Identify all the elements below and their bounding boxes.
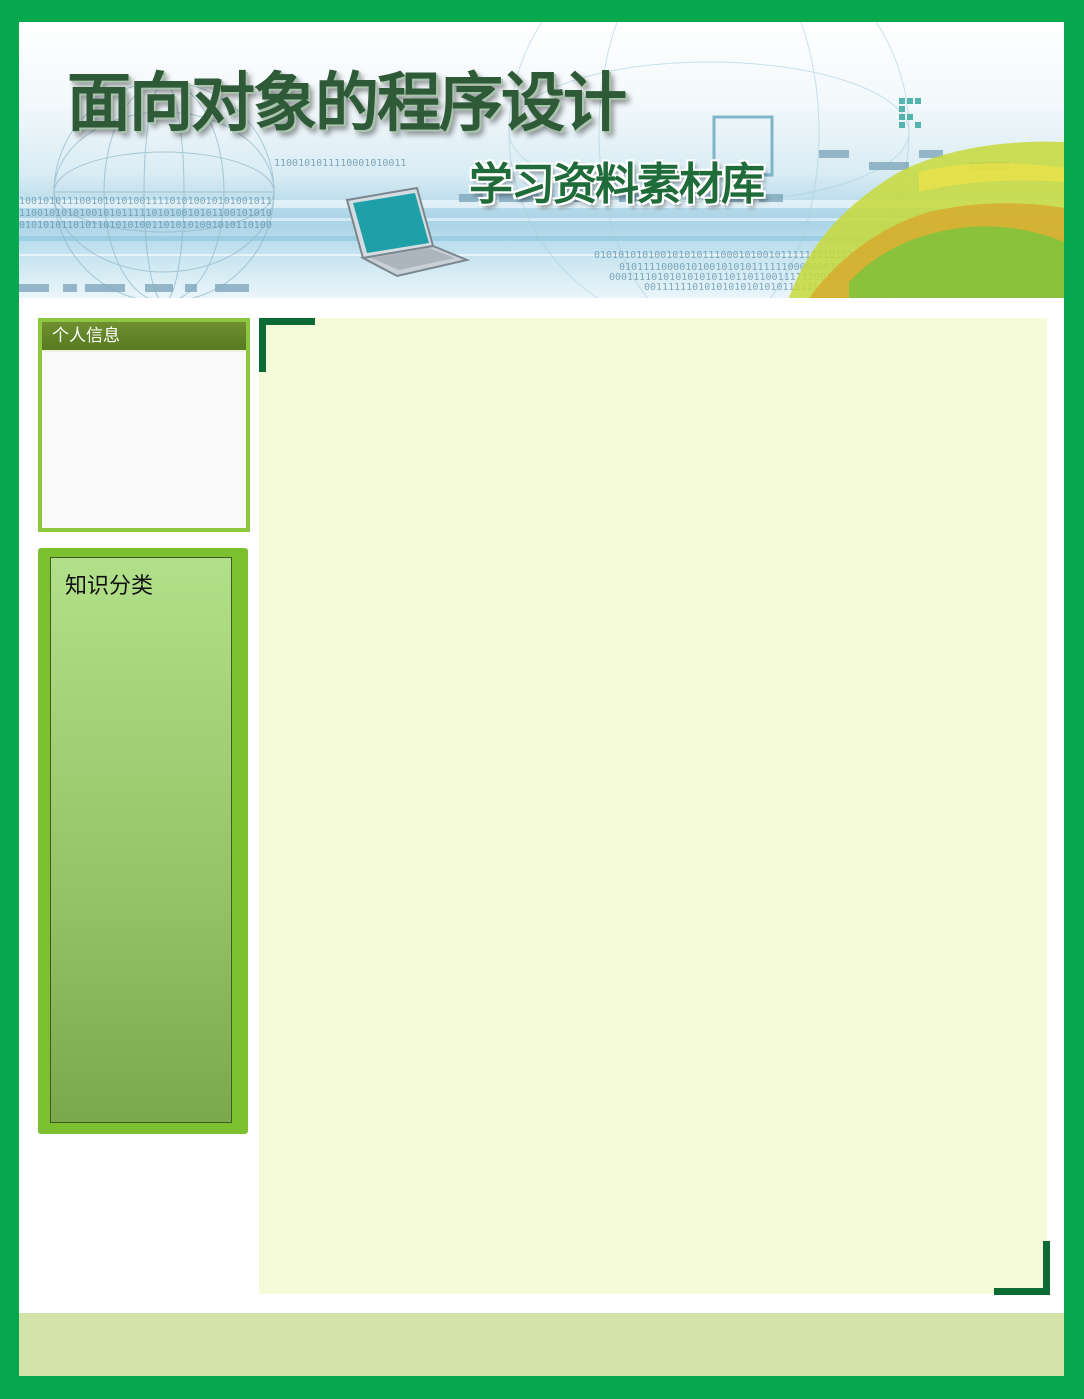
knowledge-category-panel: 知识分类 <box>38 548 248 1134</box>
personal-info-title: 个人信息 <box>42 322 246 352</box>
svg-text:100101011100101010100111101010: 1001010111001010101001111010100101010010… <box>19 196 272 207</box>
corner-bracket-top-left <box>259 318 315 372</box>
knowledge-category-title: 知识分类 <box>65 574 154 599</box>
main-content-area <box>259 318 1050 1295</box>
page-frame: 1001010111001010101001111010100101010010… <box>19 22 1064 1376</box>
svg-text:010101011010110101010011010101: 0101010110101101010100110101010010101101… <box>19 220 272 231</box>
site-subtitle: 学习资料素材库 <box>469 159 765 210</box>
knowledge-category-body: 知识分类 <box>50 557 232 1123</box>
header-banner: 1001010111001010101001111010100101010010… <box>19 22 1064 298</box>
corner-bracket-bottom-right <box>994 1241 1050 1295</box>
svg-text:1100101011110001010011: 1100101011110001010011 <box>274 158 406 169</box>
personal-info-panel: 个人信息 <box>38 318 250 532</box>
svg-text:110010101010010101111101010010: 1100101010100101011111010100101011001010… <box>19 208 272 219</box>
site-title: 面向对象的程序设计 <box>67 67 627 141</box>
page-footer <box>19 1313 1064 1376</box>
